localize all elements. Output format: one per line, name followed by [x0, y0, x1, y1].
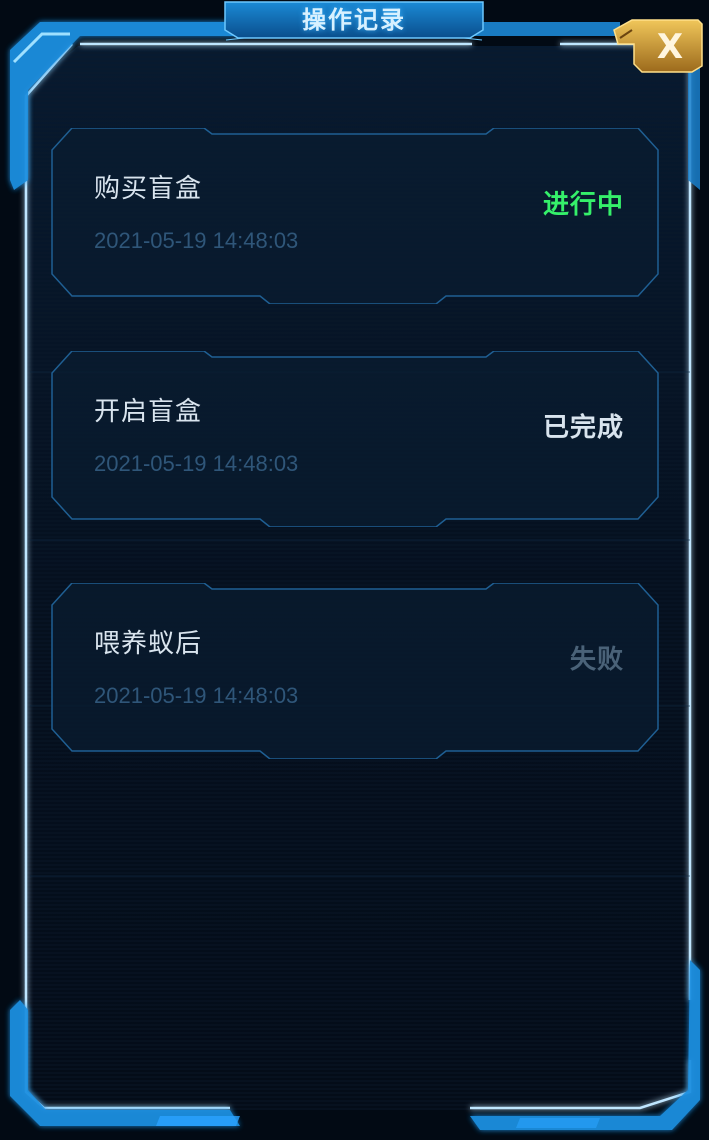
close-icon: X [613, 19, 703, 73]
record-name: 购买盲盒 [94, 174, 203, 204]
close-label: X [657, 27, 683, 67]
card-frame [51, 583, 659, 759]
record-time: 2021-05-19 14:48:03 [94, 228, 299, 253]
record-time: 2021-05-19 14:48:03 [94, 683, 299, 708]
record-card[interactable]: 开启盲盒 2021-05-19 14:48:03 已完成 [50, 351, 660, 527]
operation-record-dialog: 操作记录 X 购买盲盒 2021-05-19 14:48:03 进行中 开启盲盒… [0, 0, 709, 1140]
record-name: 喂养蚁后 [94, 629, 203, 659]
record-status-completed: 已完成 [542, 413, 624, 443]
record-status-failed: 失败 [569, 645, 624, 675]
record-status-in-progress: 进行中 [542, 190, 624, 220]
record-card[interactable]: 喂养蚁后 2021-05-19 14:48:03 失败 [50, 583, 660, 759]
record-time: 2021-05-19 14:48:03 [94, 451, 299, 476]
record-card[interactable]: 购买盲盒 2021-05-19 14:48:03 进行中 [50, 128, 660, 304]
record-name: 开启盲盒 [94, 397, 203, 427]
close-button[interactable]: X [612, 16, 704, 74]
dialog-title: 操作记录 [302, 6, 406, 34]
